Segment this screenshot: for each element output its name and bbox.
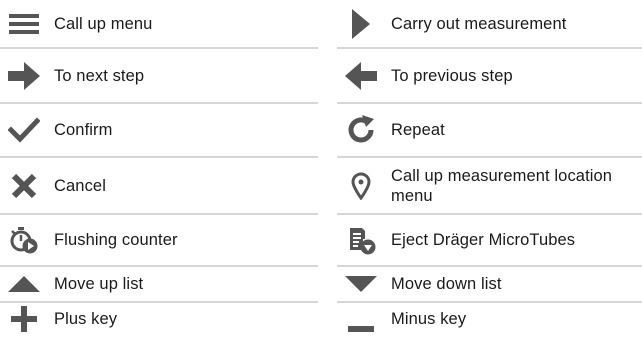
menu-icon [5, 5, 43, 43]
legend-label: Call up measurement location menu [391, 166, 613, 205]
legend-row: To next step [0, 49, 318, 104]
minus-icon [342, 300, 380, 338]
play-icon [342, 5, 380, 43]
cross-icon [5, 167, 43, 205]
triangle-down-icon [342, 265, 380, 303]
flushing-counter-icon [5, 221, 43, 259]
legend-label: Plus key [54, 310, 118, 328]
legend-label: Flushing counter [54, 231, 178, 249]
arrow-right-icon [5, 57, 43, 95]
legend-row: Carry out measurement [337, 0, 642, 49]
legend-row: Cancel [0, 158, 318, 215]
legend-row: Call up menu [0, 0, 318, 49]
legend-row: Call up measurement location menu [337, 158, 642, 215]
legend-row: Move down list [337, 267, 642, 303]
legend-row: Repeat [337, 104, 642, 158]
legend-row: Confirm [0, 104, 318, 158]
legend-row: Minus key [337, 303, 642, 335]
legend-label: Move down list [391, 275, 502, 293]
icon-legend: Call up menu To next step Confirm Cancel… [0, 0, 642, 335]
legend-label: Cancel [54, 176, 106, 195]
legend-row: Move up list [0, 267, 318, 303]
legend-label: Call up menu [54, 14, 153, 33]
legend-row: Eject Dräger MicroTubes [337, 215, 642, 267]
legend-label: To previous step [391, 66, 513, 85]
arrow-left-icon [342, 57, 380, 95]
legend-label: Confirm [54, 121, 113, 139]
legend-label: Minus key [391, 310, 467, 328]
location-pin-icon [342, 167, 380, 205]
legend-label: To next step [54, 66, 145, 85]
triangle-up-icon [5, 265, 43, 303]
repeat-icon [342, 111, 380, 149]
checkmark-icon [5, 111, 43, 149]
legend-row: To previous step [337, 49, 642, 104]
legend-label: Eject Dräger MicroTubes [391, 231, 576, 249]
legend-label: Repeat [391, 121, 445, 139]
legend-row: Plus key [0, 303, 318, 335]
legend-row: Flushing counter [0, 215, 318, 267]
legend-label: Carry out measurement [391, 14, 567, 33]
plus-icon [5, 300, 43, 338]
legend-label: Move up list [54, 275, 144, 293]
eject-microtubes-icon [342, 221, 380, 259]
